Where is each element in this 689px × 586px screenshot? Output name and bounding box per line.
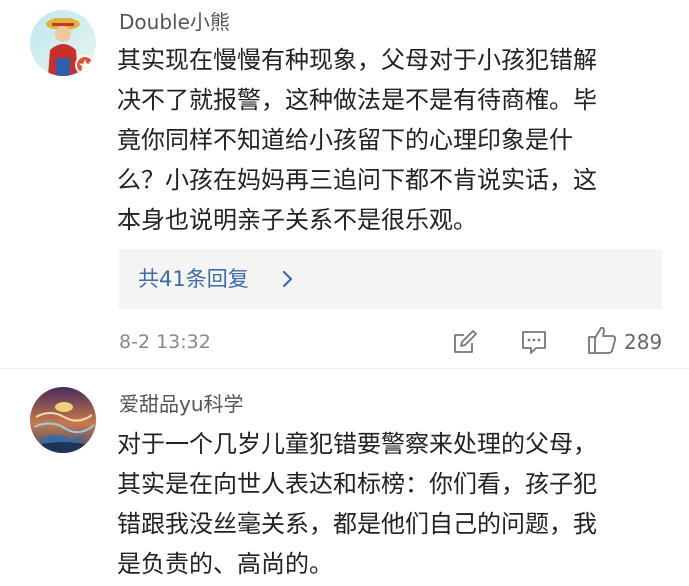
view-replies-button[interactable]: 共41条回复	[119, 249, 662, 309]
comment-text-line: 对于一个几岁儿童犯错要警察来处理的父母，	[117, 430, 597, 458]
username[interactable]: Double小熊	[119, 8, 230, 36]
comment-text-line: 竟你同样不知道给小孩留下的心理印象是什	[117, 126, 573, 154]
comment-text-line: 其实是在向世人表达和标榜：你们看，孩子犯	[117, 470, 597, 498]
comment-text-line: 其实现在慢慢有种现象，父母对于小孩犯错解	[117, 46, 597, 74]
chevron-right-icon	[278, 269, 298, 289]
comment-text-line: 是负责的、高尚的。	[117, 550, 333, 578]
replies-count-label: 共41条回复	[138, 267, 249, 291]
comment-text: 其实现在慢慢有种现象，父母对于小孩犯错解 决不了就报警，这种做法是不是有待商榷。…	[117, 40, 677, 240]
comment-text-line: 本身也说明亲子关系不是很乐观。	[117, 206, 477, 234]
comment-icon[interactable]	[520, 328, 548, 356]
timestamp: 8-2 13:32	[119, 331, 211, 353]
avatar[interactable]	[30, 10, 96, 76]
comment-divider	[0, 368, 689, 369]
comment-text-line: 决不了就报警，这种做法是不是有待商榷。毕	[117, 86, 597, 114]
comment-text-line: 错跟我没丝毫关系，都是他们自己的问题，我	[117, 510, 597, 538]
username[interactable]: 爱甜品yu科学	[119, 390, 244, 418]
like-count: 289	[624, 330, 663, 354]
comment-text-line: 么？小孩在妈妈再三追问下都不肯说实话，这	[117, 166, 597, 194]
edit-icon[interactable]	[451, 328, 479, 356]
thumbs-up-icon[interactable]	[586, 324, 618, 356]
comment-item: Double小熊 其实现在慢慢有种现象，父母对于小孩犯错解 决不了就报警，这种做…	[0, 0, 689, 370]
avatar[interactable]	[30, 387, 96, 453]
comment-meta-row: 8-2 13:32 289	[0, 322, 689, 362]
comment-item: 爱甜品yu科学 对于一个几岁儿童犯错要警察来处理的父母， 其实是在向世人表达和标…	[0, 370, 689, 586]
comment-text: 对于一个几岁儿童犯错要警察来处理的父母， 其实是在向世人表达和标榜：你们看，孩子…	[117, 424, 677, 584]
